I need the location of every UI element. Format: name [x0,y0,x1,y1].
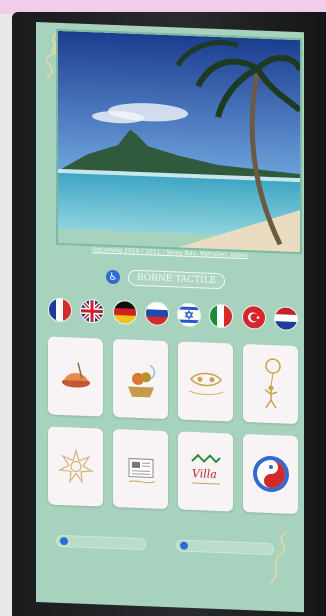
left-info-bar[interactable] [56,534,146,551]
svg-text:Villa: Villa [192,467,217,481]
carnival-mask-icon [188,372,223,396]
tile-village-logo-button[interactable]: Villa [178,431,233,512]
tile-gift-basket-button[interactable] [113,338,168,420]
flag-uk-icon[interactable] [80,298,105,324]
yin-yang-logo-icon [252,455,289,493]
wheelchair-icon[interactable]: ♿ [106,269,120,285]
kiosk-screen: Upcoming 2010 / 2011 : Sinay Bay, Valmor… [36,22,304,613]
flag-russia-icon[interactable] [144,301,169,327]
ornament-swirl-icon [269,530,287,584]
flag-netherlands-icon[interactable] [273,306,298,332]
food-icon [61,362,90,388]
kids-balloon-icon [264,358,281,409]
tropical-island-image [58,30,302,253]
gift-basket-icon [127,364,155,398]
tile-food-button[interactable] [48,336,103,417]
tile-kids-balloon-button[interactable] [243,343,298,425]
language-flags [48,297,298,332]
tile-carnival-mask-button[interactable] [178,341,233,422]
flag-turkey-icon[interactable] [241,304,266,330]
info-dot-icon [60,536,68,546]
menu-tiles: Villa [48,336,298,515]
newspaper-icon [128,458,155,484]
tile-spa-flower-button[interactable] [48,426,103,507]
tile-newspaper-button[interactable] [113,428,168,510]
right-info-bar[interactable] [176,539,274,556]
tile-yin-yang-logo-button[interactable] [243,433,298,515]
village-logo-icon: Villa [190,453,221,485]
borne-row: ♿ BORNE TACTILE [106,269,226,290]
hero-photo[interactable] [56,28,302,255]
spa-flower-icon [57,448,94,484]
flag-france-icon[interactable] [48,297,72,323]
flag-israel-icon[interactable] [177,302,202,328]
flag-italy-icon[interactable] [209,303,234,329]
borne-tactile-button[interactable]: BORNE TACTILE [128,269,226,290]
flag-germany-icon[interactable] [112,299,137,325]
info-dot-icon [180,541,188,550]
